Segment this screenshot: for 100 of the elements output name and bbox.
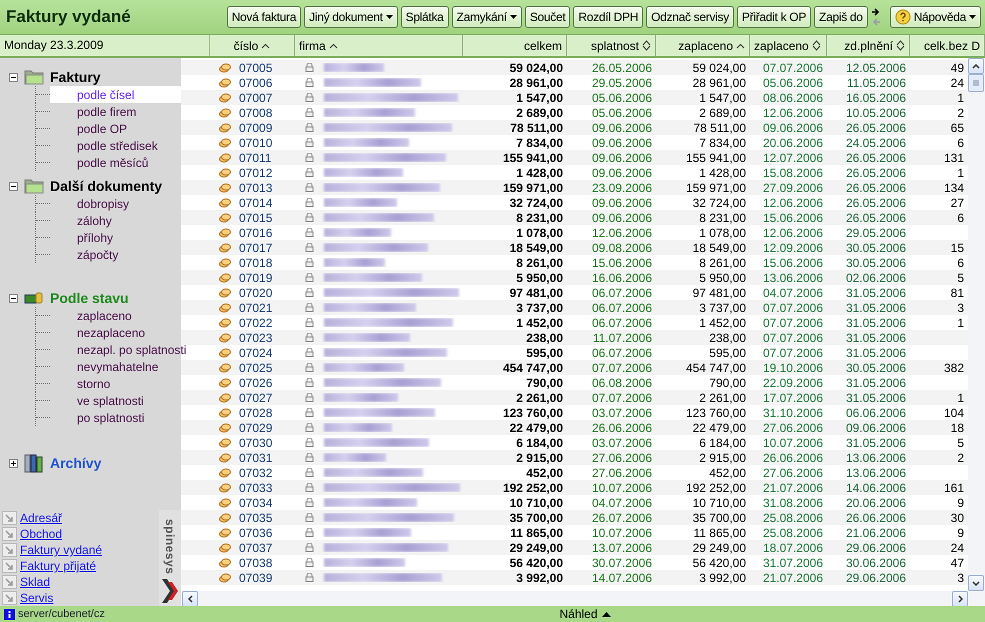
- tree-item[interactable]: přílohy: [50, 229, 181, 246]
- tree-item[interactable]: po splatnosti: [50, 409, 181, 426]
- tree-item[interactable]: ve splatnosti: [50, 392, 181, 409]
- table-cell: 159 971,00: [686, 180, 746, 194]
- table-cell: 02.06.2006: [846, 270, 906, 284]
- collapse-icon[interactable]: [9, 72, 18, 82]
- toolbar-button[interactable]: Nová faktura: [226, 6, 302, 28]
- tree-item[interactable]: podle OP: [50, 120, 181, 137]
- tree-group-label[interactable]: Archívy: [50, 455, 102, 471]
- tree-item[interactable]: nezapl. po splatnosti: [50, 341, 186, 358]
- table-cell: 3: [957, 300, 964, 314]
- column-header[interactable]: firma: [295, 35, 463, 56]
- toolbar-button[interactable]: Zamykání: [452, 6, 522, 28]
- table-cell: 12.06.2006: [762, 226, 823, 240]
- column-header[interactable]: celk.bez D: [910, 35, 985, 56]
- table-cell: 10 710,00: [510, 496, 563, 510]
- scrollbar-thumb[interactable]: [968, 74, 984, 92]
- table-cell: 595,00: [709, 346, 746, 360]
- tree-item[interactable]: zaplaceno: [50, 307, 181, 324]
- tree-group-label[interactable]: Faktury: [50, 69, 101, 85]
- table-cell: 1 428,00: [699, 166, 746, 180]
- table-cell: 31.05.2006: [846, 436, 906, 450]
- lock-icon: [305, 273, 314, 282]
- table-cell: 26.05.2006: [846, 180, 906, 194]
- table-cell: 07.07.2006: [592, 360, 652, 374]
- tree-item[interactable]: podle měsíců: [50, 154, 181, 171]
- nav-link[interactable]: Faktury přijaté: [20, 559, 96, 573]
- table-cell: 2 689,00: [516, 106, 563, 120]
- table-cell: 3 737,00: [699, 300, 746, 314]
- table-cell: 6 184,00: [516, 436, 563, 450]
- column-header[interactable]: zaplaceno: [750, 35, 827, 56]
- table-cell: 09.06.2006: [846, 420, 906, 434]
- column-header[interactable]: celkem: [463, 35, 567, 56]
- table-cell: 65: [950, 120, 964, 134]
- expand-icon[interactable]: [9, 458, 18, 468]
- tree-group-label[interactable]: Další dokumenty: [50, 178, 162, 194]
- invoice-number: 07039: [239, 570, 272, 584]
- nav-link[interactable]: Servis: [20, 591, 54, 605]
- coins-icon: [219, 198, 231, 208]
- tree-item[interactable]: nevymahatelne: [50, 358, 181, 375]
- tree-item[interactable]: zálohy: [50, 212, 181, 229]
- help-button[interactable]: Nápověda: [890, 6, 981, 28]
- column-header[interactable]: číslo: [210, 35, 295, 56]
- preview-toggle[interactable]: Náhled: [185, 607, 985, 621]
- grip-icon: [973, 80, 979, 86]
- table-cell: 11.05.2006: [846, 76, 906, 90]
- chevron-left-icon: [188, 594, 192, 602]
- coins-icon: [219, 302, 231, 312]
- table-cell: 08.06.2006: [762, 90, 823, 104]
- table-cell: 26.05.2006: [846, 120, 906, 134]
- scroll-left-button[interactable]: [182, 590, 198, 606]
- scroll-right-button[interactable]: [952, 590, 968, 606]
- tree-item[interactable]: podle středisek: [50, 137, 181, 154]
- lock-icon: [305, 453, 314, 462]
- scroll-down-button[interactable]: [968, 575, 984, 591]
- table-cell: 1 547,00: [699, 90, 746, 104]
- blurred-text: [324, 63, 384, 72]
- toolbar-button[interactable]: Rozdíl DPH: [573, 6, 644, 28]
- table-cell: 78 511,00: [694, 120, 746, 134]
- scroll-arrows-icon[interactable]: [870, 6, 881, 28]
- coins-icon: [219, 452, 231, 462]
- column-header[interactable]: zd.plnění: [827, 35, 910, 56]
- table-cell: 31.10.2006: [762, 406, 823, 420]
- invoice-number: 07020: [239, 286, 272, 300]
- toolbar-button[interactable]: Odznač servisy: [646, 6, 734, 28]
- toolbar-button[interactable]: Zapiš do: [814, 6, 868, 28]
- coins-icon: [219, 122, 231, 132]
- table-cell: 29.06.2006: [846, 540, 906, 554]
- table-cell: 14.06.2006: [846, 480, 906, 494]
- lock-icon: [305, 93, 314, 102]
- tree-item[interactable]: storno: [50, 375, 181, 392]
- nav-link[interactable]: Obchod: [20, 527, 62, 541]
- tree-item[interactable]: dobropisy: [50, 195, 181, 212]
- collapse-icon[interactable]: [9, 294, 18, 302]
- tree-item[interactable]: nezaplaceno: [50, 324, 181, 341]
- column-header[interactable]: splatnost: [567, 35, 656, 56]
- nav-link[interactable]: Sklad: [20, 575, 50, 589]
- toolbar-button[interactable]: Splátka: [400, 6, 449, 28]
- coins-icon: [219, 288, 231, 298]
- info-icon: [4, 608, 15, 620]
- table-cell: 03.07.2006: [592, 406, 652, 420]
- table-cell: 30.06.2006: [846, 556, 906, 570]
- table-cell: 05.06.2006: [592, 106, 652, 120]
- invoice-number: 07016: [239, 226, 272, 240]
- table-cell: 11 865,00: [694, 526, 746, 540]
- toolbar-button[interactable]: Přiřadit k OP: [736, 6, 812, 28]
- table-cell: 05.06.2006: [592, 90, 652, 104]
- nav-link[interactable]: Adresář: [20, 511, 62, 525]
- toolbar-button[interactable]: Jiný dokument: [304, 6, 398, 28]
- table-cell: 12.06.2006: [762, 196, 823, 210]
- collapse-icon[interactable]: [9, 182, 18, 190]
- tree-item[interactable]: podle firem: [50, 103, 181, 120]
- tree-item[interactable]: zápočty: [50, 246, 181, 263]
- tree-item[interactable]: podle čísel: [50, 86, 181, 103]
- nav-link[interactable]: Faktury vydané: [20, 543, 102, 557]
- scroll-up-button[interactable]: [968, 58, 984, 74]
- coins-icon: [219, 182, 231, 192]
- toolbar-button[interactable]: Součet: [524, 6, 570, 28]
- lock-icon: [305, 378, 314, 387]
- column-header[interactable]: zaplaceno: [656, 35, 750, 56]
